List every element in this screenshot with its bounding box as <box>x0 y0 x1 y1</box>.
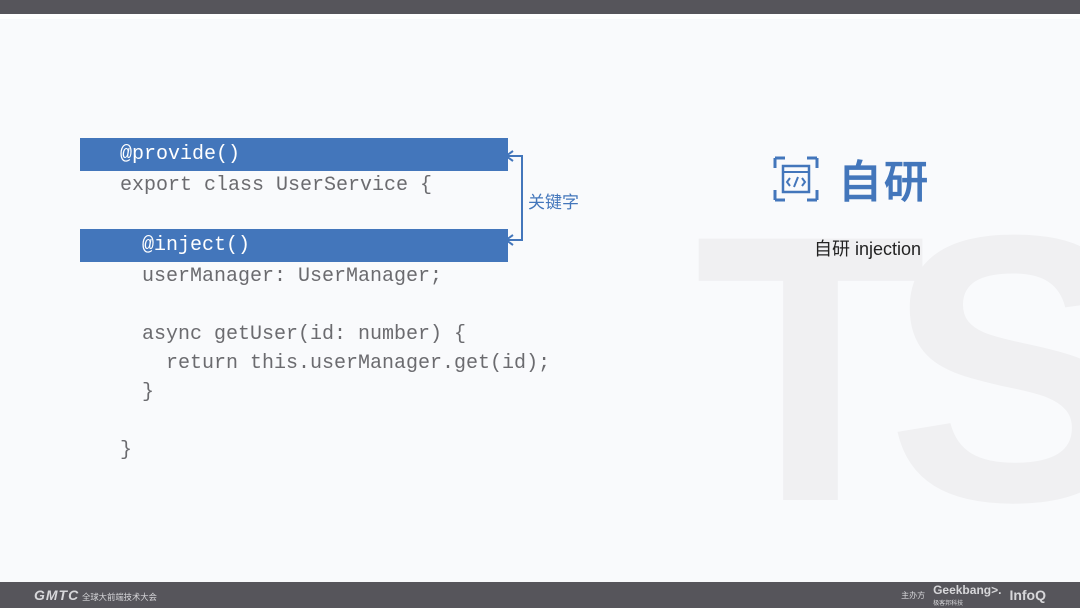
footer-bar: GMTC 全球大前端技术大会 主办方 Geekbang>. 极客邦科技 Info… <box>0 582 1080 608</box>
code-highlight-provide: @provide() <box>80 138 508 171</box>
code-line: export class UserService { <box>98 171 508 200</box>
code-blank <box>98 407 508 436</box>
code-highlight-inject: @inject() <box>80 229 508 262</box>
side-subtitle: 自研 injection <box>814 235 921 261</box>
white-bar <box>0 14 1080 19</box>
code-window-icon <box>772 155 820 203</box>
keyword-label: 关键字 <box>528 188 579 213</box>
code-line: userManager: UserManager; <box>98 262 508 291</box>
sponsor-label: 主办方 <box>901 590 925 601</box>
gmtc-subtitle: 全球大前端技术大会 <box>82 592 157 602</box>
code-line: } <box>98 436 508 465</box>
code-line: async getUser(id: number) { <box>98 320 508 349</box>
footer-left: GMTC 全球大前端技术大会 <box>34 587 157 603</box>
code-line: } <box>98 378 508 407</box>
code-blank <box>98 200 508 229</box>
bracket-arrows-icon <box>504 148 528 248</box>
code-blank <box>98 291 508 320</box>
watermark-ts: TS <box>694 150 1080 587</box>
gmtc-logo: GMTC <box>34 587 79 603</box>
geekbang-logo: Geekbang>. 极客邦科技 <box>933 583 1001 608</box>
code-block: @provide() export class UserService { @i… <box>98 138 508 465</box>
side-title: 自研 <box>838 146 930 210</box>
top-bar <box>0 0 1080 14</box>
footer-right: 主办方 Geekbang>. 极客邦科技 InfoQ <box>901 583 1046 608</box>
infoq-logo: InfoQ <box>1009 587 1046 603</box>
code-line: return this.userManager.get(id); <box>98 349 508 378</box>
